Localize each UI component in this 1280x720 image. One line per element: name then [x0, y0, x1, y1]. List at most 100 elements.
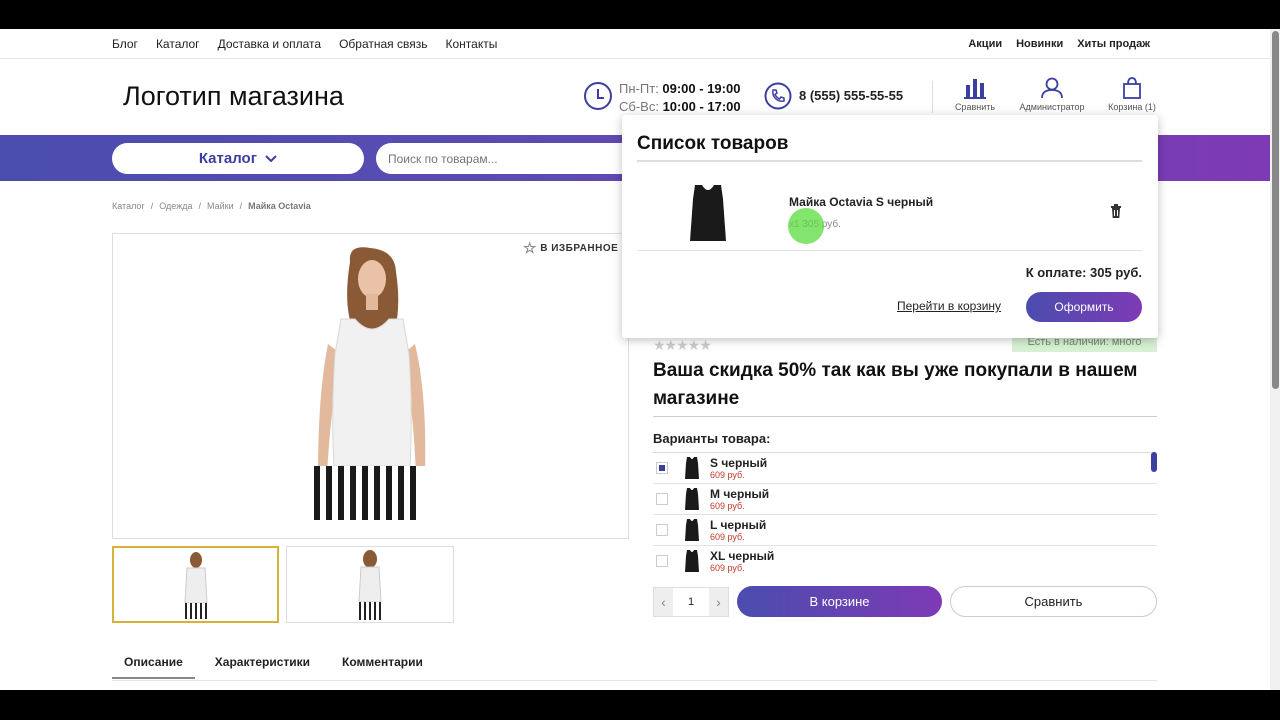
- add-to-favorites[interactable]: ☆ В ИЗБРАННОЕ: [523, 239, 618, 257]
- shopping-bag-icon: [1123, 77, 1141, 99]
- crumb-tanks[interactable]: Майки: [207, 201, 234, 211]
- page-scrollbar[interactable]: [1270, 29, 1280, 690]
- compare-button[interactable]: Сравнить: [950, 586, 1157, 617]
- hours-weekend-label: Сб-Вс:: [619, 99, 659, 114]
- variant-row[interactable]: L черный 609 руб.: [653, 515, 1157, 546]
- variants-scrollbar[interactable]: [1150, 452, 1157, 574]
- variant-name: XL черный: [710, 549, 775, 563]
- clock-icon: [584, 82, 612, 110]
- quantity-stepper: ‹ 1 ›: [653, 587, 729, 617]
- tab-comments[interactable]: Комментарии: [330, 655, 435, 679]
- click-indicator: [788, 208, 824, 244]
- variants-scrollbar-thumb[interactable]: [1151, 452, 1157, 472]
- nav-catalog[interactable]: Каталог: [156, 37, 200, 51]
- cart-item-name[interactable]: Майка Octavia S черный: [789, 195, 933, 209]
- tank-top-icon: [685, 457, 699, 479]
- hours-weekday: 09:00 - 19:00: [662, 81, 741, 96]
- cart-link[interactable]: Корзина (1): [1092, 77, 1172, 112]
- tab-description[interactable]: Описание: [112, 655, 195, 679]
- working-hours: Пн-Пт: 09:00 - 19:00 Сб-Вс: 10:00 - 17:0…: [619, 80, 741, 116]
- discount-message: Ваша скидка 50% так как вы уже покупали …: [653, 360, 1138, 409]
- chevron-down-icon: [265, 155, 277, 163]
- phone-icon: [764, 82, 792, 110]
- variant-checkbox[interactable]: [656, 462, 668, 474]
- tabs-divider: [112, 680, 1157, 681]
- variant-checkbox[interactable]: [656, 524, 668, 536]
- crumb-separator: /: [198, 201, 201, 211]
- cart-label: Корзина (1): [1108, 102, 1156, 112]
- checkout-button[interactable]: Оформить: [1026, 292, 1142, 322]
- top-nav: Блог Каталог Доставка и оплата Обратная …: [0, 29, 1270, 59]
- bar-chart-icon: [964, 79, 986, 99]
- nav-feedback[interactable]: Обратная связь: [339, 37, 427, 51]
- crumb-catalog[interactable]: Каталог: [112, 201, 145, 211]
- page-scrollbar-thumb[interactable]: [1272, 31, 1279, 389]
- tank-top-icon: [685, 488, 699, 510]
- thumbnail-photo: [184, 552, 208, 619]
- increase-button[interactable]: ›: [709, 588, 728, 616]
- crumb-separator: /: [150, 201, 154, 211]
- product-thumbnail-1[interactable]: [112, 546, 279, 623]
- tank-top-icon: [685, 519, 699, 541]
- cart-total: К оплате: 305 руб.: [1025, 265, 1142, 280]
- tab-specifications[interactable]: Характеристики: [203, 655, 322, 679]
- compare-link[interactable]: Сравнить: [935, 77, 1015, 112]
- product-thumbnail-2[interactable]: [286, 546, 454, 623]
- catalog-button-label: Каталог: [198, 150, 257, 167]
- variant-name: L черный: [710, 518, 767, 532]
- quantity-value[interactable]: 1: [673, 588, 709, 616]
- trash-icon[interactable]: [1110, 204, 1122, 218]
- variant-row[interactable]: XL черный 609 руб.: [653, 546, 1157, 574]
- variant-checkbox[interactable]: [656, 555, 668, 567]
- nav-sales[interactable]: Акции: [968, 38, 1002, 50]
- favorites-label: В ИЗБРАННОЕ: [540, 243, 619, 254]
- store-logo[interactable]: Логотип магазина: [123, 81, 344, 112]
- variant-name: M черный: [710, 487, 770, 501]
- product-main-image[interactable]: [112, 233, 629, 539]
- crumb-clothing[interactable]: Одежда: [159, 201, 192, 211]
- popup-title: Список товаров: [637, 133, 789, 154]
- crumb-separator: /: [239, 201, 243, 211]
- variants-list: S черный 609 руб. M черный 609 руб. L че…: [653, 452, 1157, 574]
- thumbnail-photo: [358, 550, 382, 620]
- variant-price: 609 руб.: [710, 501, 745, 511]
- nav-new[interactable]: Новинки: [1016, 38, 1063, 50]
- cart-item-image[interactable]: [690, 185, 726, 241]
- compare-label: Сравнить: [954, 102, 996, 112]
- variant-name: S черный: [710, 456, 768, 470]
- tank-top-icon: [685, 550, 699, 572]
- search-input[interactable]: [376, 143, 636, 174]
- variant-row[interactable]: S черный 609 руб.: [653, 453, 1157, 484]
- nav-bestsellers[interactable]: Хиты продаж: [1077, 38, 1150, 50]
- variant-price: 609 руб.: [710, 532, 745, 542]
- divider: [637, 160, 1142, 162]
- nav-blog[interactable]: Блог: [112, 37, 138, 51]
- account-link[interactable]: Администратор: [1012, 77, 1092, 112]
- variants-label: Варианты товара:: [653, 431, 771, 446]
- phone-number[interactable]: 8 (555) 555-55-55: [799, 88, 903, 103]
- nav-delivery[interactable]: Доставка и оплата: [218, 37, 322, 51]
- model-photo: [313, 247, 426, 520]
- breadcrumb: Каталог / Одежда / Майки / Майка Octavia: [112, 201, 311, 211]
- variant-price: 609 руб.: [710, 563, 745, 573]
- divider: [653, 416, 1157, 417]
- rating-stars[interactable]: ★★★★★: [653, 337, 712, 354]
- user-icon: [1041, 77, 1063, 99]
- in-cart-button[interactable]: В корзине: [737, 586, 942, 617]
- account-label: Администратор: [1019, 102, 1085, 112]
- browser-viewport: Блог Каталог Доставка и оплата Обратная …: [0, 29, 1280, 690]
- variant-price: 609 руб.: [710, 470, 745, 480]
- go-to-cart-link[interactable]: Перейти в корзину: [897, 299, 1001, 313]
- decrease-button[interactable]: ‹: [654, 588, 673, 616]
- hours-weekend: 10:00 - 17:00: [662, 99, 741, 114]
- hours-weekday-label: Пн-Пт:: [619, 81, 659, 96]
- catalog-button[interactable]: Каталог: [112, 143, 364, 174]
- variant-checkbox[interactable]: [656, 493, 668, 505]
- crumb-current: Майка Octavia: [248, 201, 311, 211]
- nav-contacts[interactable]: Контакты: [446, 37, 498, 51]
- divider: [637, 250, 1142, 251]
- product-tabs: Описание Характеристики Комментарии: [112, 655, 443, 679]
- star-outline-icon: ☆: [523, 240, 537, 257]
- variant-row[interactable]: M черный 609 руб.: [653, 484, 1157, 515]
- header-divider: [932, 81, 933, 113]
